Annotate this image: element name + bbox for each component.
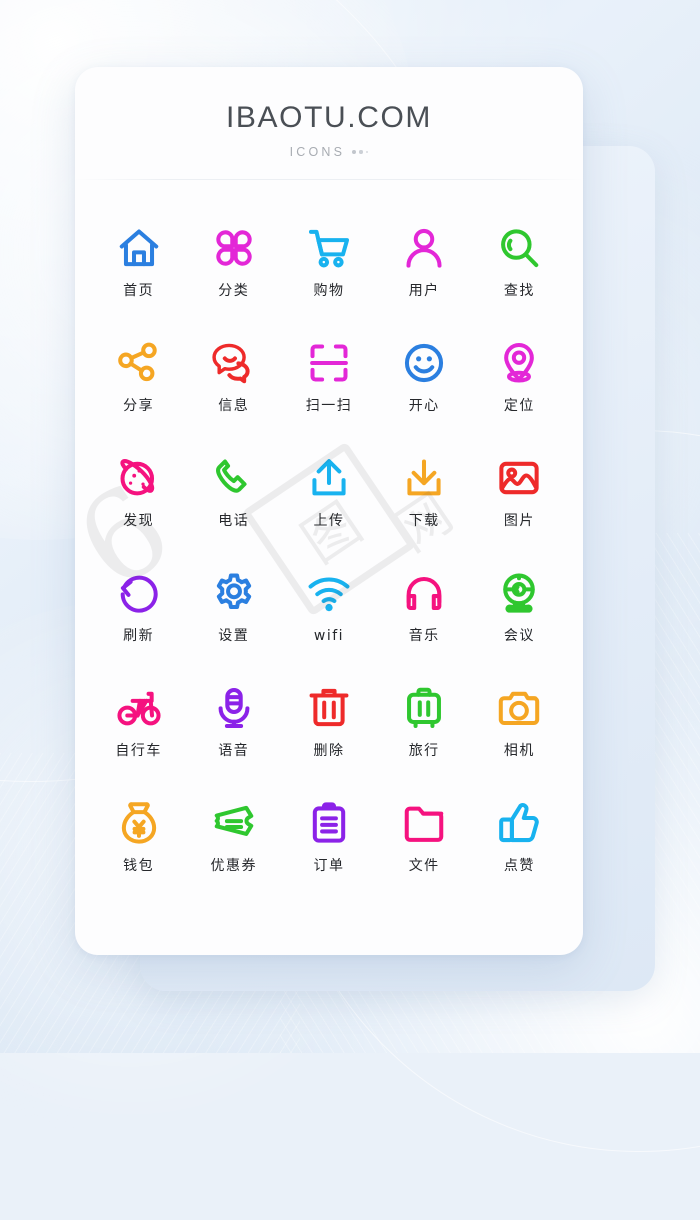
icon-label: 刷新 xyxy=(123,628,155,644)
icon-label: 文件 xyxy=(408,858,440,874)
icon-cell-smiley[interactable]: 开心 xyxy=(377,335,472,428)
icon-cell-share[interactable]: 分享 xyxy=(91,335,186,428)
icon-cell-wifi[interactable]: wifi xyxy=(281,565,376,658)
icon-label: 用户 xyxy=(408,283,440,299)
clover-icon[interactable] xyxy=(206,220,262,276)
icon-cell-home[interactable]: 首页 xyxy=(91,220,186,313)
icon-label: 分享 xyxy=(123,398,155,414)
icon-cell-folder[interactable]: 文件 xyxy=(377,795,472,888)
icon-label: 设置 xyxy=(218,628,250,644)
icon-label: 优惠券 xyxy=(210,858,258,874)
icon-label: 分类 xyxy=(218,283,250,299)
icon-label: 开心 xyxy=(408,398,440,414)
search-icon[interactable] xyxy=(491,220,547,276)
icon-label: 旅行 xyxy=(408,743,440,759)
icon-cell-search[interactable]: 查找 xyxy=(472,220,567,313)
subtitle-label: ICONS xyxy=(289,145,346,159)
icon-set-card: IBAOTU.COM ICONS 6 图 网 首页 分类 购物 用户 查找 分享 信息 扫一扫… xyxy=(75,67,583,955)
icon-cell-clipboard[interactable]: 订单 xyxy=(281,795,376,888)
icon-label: 删除 xyxy=(313,743,345,759)
icon-cell-microphone[interactable]: 语音 xyxy=(186,680,281,773)
icon-cell-clover[interactable]: 分类 xyxy=(186,220,281,313)
share-icon[interactable] xyxy=(111,335,167,391)
planet-icon[interactable] xyxy=(111,450,167,506)
icon-cell-planet[interactable]: 发现 xyxy=(91,450,186,543)
icon-label: 查找 xyxy=(503,283,535,299)
trash-icon[interactable] xyxy=(301,680,357,736)
icon-label: wifi xyxy=(313,628,345,644)
icon-label: 会议 xyxy=(503,628,535,644)
ellipsis-dots-icon xyxy=(352,150,369,154)
icon-cell-coupon[interactable]: 优惠券 xyxy=(186,795,281,888)
icon-label: 下载 xyxy=(408,513,440,529)
clipboard-icon[interactable] xyxy=(301,795,357,851)
card-header: IBAOTU.COM ICONS xyxy=(75,67,583,180)
icon-label: 图片 xyxy=(503,513,535,529)
brand-title: IBAOTU.COM xyxy=(225,101,432,134)
icon-label: 电话 xyxy=(218,513,250,529)
icon-label: 上传 xyxy=(313,513,345,529)
wifi-icon[interactable] xyxy=(301,565,357,621)
folder-icon[interactable] xyxy=(396,795,452,851)
upload-icon[interactable] xyxy=(301,450,357,506)
user-icon[interactable] xyxy=(396,220,452,276)
icon-label: 点赞 xyxy=(503,858,535,874)
icon-cell-trash[interactable]: 删除 xyxy=(281,680,376,773)
thumbs-up-icon[interactable] xyxy=(491,795,547,851)
message-icon[interactable] xyxy=(206,335,262,391)
icon-cell-money-bag[interactable]: 钱包 xyxy=(91,795,186,888)
icon-label: 音乐 xyxy=(408,628,440,644)
icon-cell-image[interactable]: 图片 xyxy=(472,450,567,543)
icon-cell-phone[interactable]: 电话 xyxy=(186,450,281,543)
microphone-icon[interactable] xyxy=(206,680,262,736)
money-bag-icon[interactable] xyxy=(111,795,167,851)
icon-label: 发现 xyxy=(123,513,155,529)
camera-icon[interactable] xyxy=(491,680,547,736)
icon-label: 相机 xyxy=(503,743,535,759)
icon-cell-headphones[interactable]: 音乐 xyxy=(377,565,472,658)
coupon-icon[interactable] xyxy=(206,795,262,851)
icon-label: 订单 xyxy=(313,858,345,874)
icon-label: 定位 xyxy=(503,398,535,414)
suitcase-icon[interactable] xyxy=(396,680,452,736)
gear-icon[interactable] xyxy=(206,565,262,621)
smiley-icon[interactable] xyxy=(396,335,452,391)
icon-grid: 首页 分类 购物 用户 查找分享 信息 扫一扫 开心 定位发现 电话 上传 下载 图片刷新 设置 wifi 音… xyxy=(75,220,583,888)
icon-cell-webcam[interactable]: 会议 xyxy=(472,565,567,658)
icon-label: 语音 xyxy=(218,743,250,759)
icon-label: 购物 xyxy=(313,283,345,299)
refresh-icon[interactable] xyxy=(111,565,167,621)
icon-label: 信息 xyxy=(218,398,250,414)
icon-cell-location[interactable]: 定位 xyxy=(472,335,567,428)
icon-cell-scan[interactable]: 扫一扫 xyxy=(281,335,376,428)
image-icon[interactable] xyxy=(491,450,547,506)
subtitle-row: ICONS xyxy=(75,145,583,159)
home-icon[interactable] xyxy=(111,220,167,276)
bicycle-icon[interactable] xyxy=(111,680,167,736)
headphones-icon[interactable] xyxy=(396,565,452,621)
icon-label: 首页 xyxy=(123,283,155,299)
icon-cell-message[interactable]: 信息 xyxy=(186,335,281,428)
icon-cell-user[interactable]: 用户 xyxy=(377,220,472,313)
icon-cell-suitcase[interactable]: 旅行 xyxy=(377,680,472,773)
icon-cell-gear[interactable]: 设置 xyxy=(186,565,281,658)
icon-cell-download[interactable]: 下载 xyxy=(377,450,472,543)
header-divider xyxy=(75,179,583,180)
scan-icon[interactable] xyxy=(301,335,357,391)
icon-label: 自行车 xyxy=(115,743,162,759)
download-icon[interactable] xyxy=(396,450,452,506)
location-icon[interactable] xyxy=(491,335,547,391)
icon-cell-bicycle[interactable]: 自行车 xyxy=(91,680,186,773)
icon-cell-cart[interactable]: 购物 xyxy=(281,220,376,313)
icon-cell-thumbs-up[interactable]: 点赞 xyxy=(472,795,567,888)
icon-cell-upload[interactable]: 上传 xyxy=(281,450,376,543)
phone-icon[interactable] xyxy=(206,450,262,506)
icon-cell-refresh[interactable]: 刷新 xyxy=(91,565,186,658)
icon-cell-camera[interactable]: 相机 xyxy=(472,680,567,773)
webcam-icon[interactable] xyxy=(491,565,547,621)
icon-label: 钱包 xyxy=(123,858,155,874)
icon-label: 扫一扫 xyxy=(305,398,353,414)
cart-icon[interactable] xyxy=(301,220,357,276)
